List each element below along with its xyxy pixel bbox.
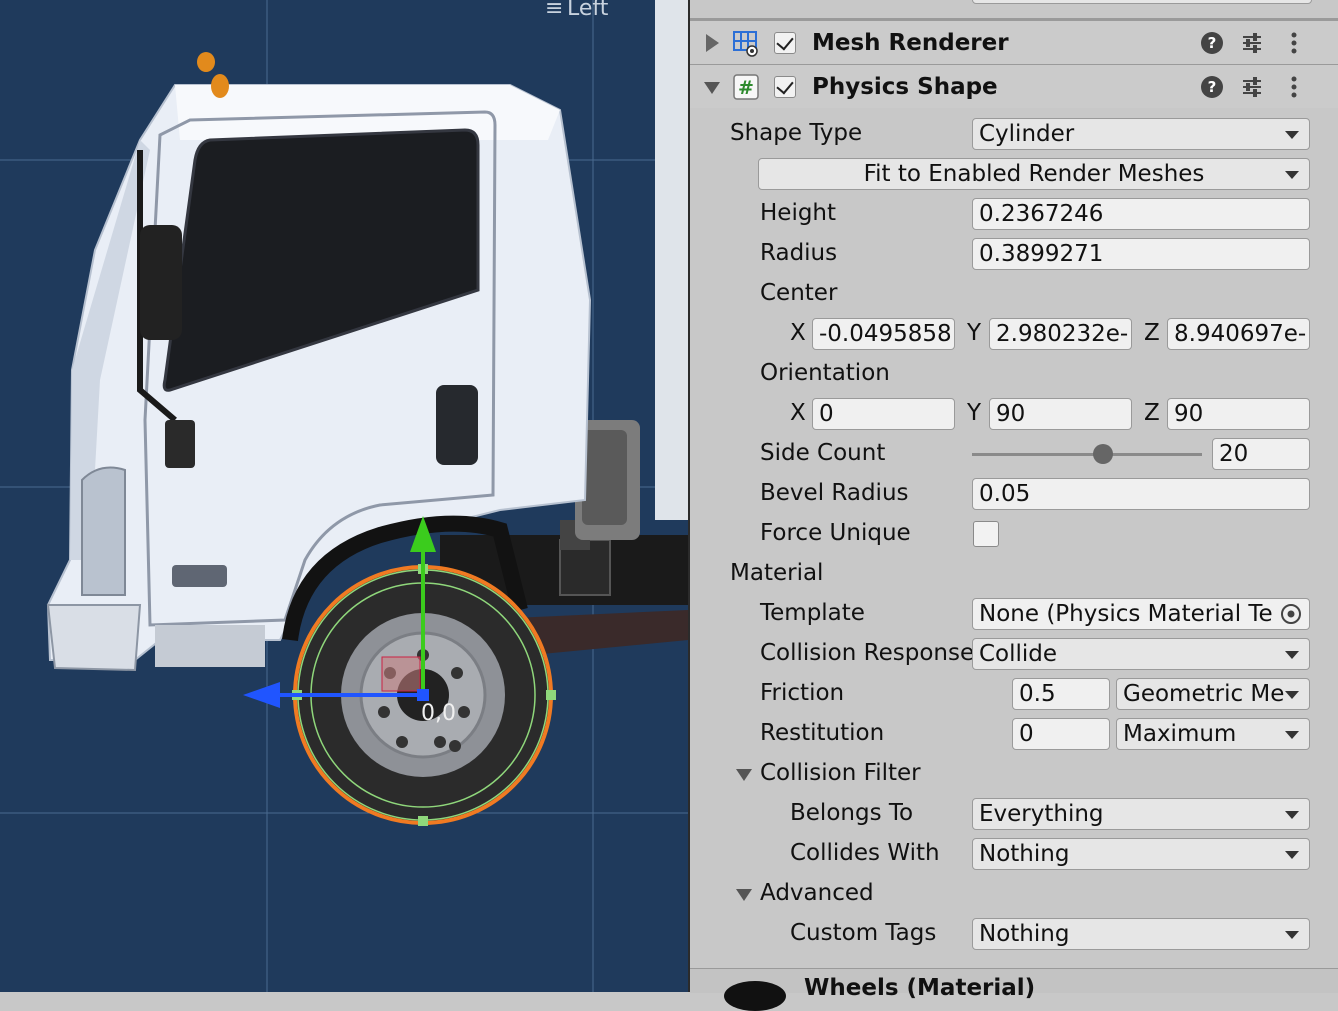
- collision-filter-label[interactable]: Collision Filter: [760, 760, 921, 786]
- force-unique-checkbox[interactable]: [973, 521, 999, 547]
- menu-icon[interactable]: [1282, 75, 1306, 99]
- restitution-field[interactable]: 0: [1012, 718, 1110, 750]
- collision-response-label: Collision Response: [760, 640, 975, 666]
- orientation-z-label[interactable]: Z: [1144, 400, 1160, 426]
- center-z-label[interactable]: Z: [1144, 320, 1160, 346]
- force-unique-label: Force Unique: [760, 520, 911, 546]
- radius-field[interactable]: 0.3899271: [972, 238, 1310, 270]
- material-preview-icon: [724, 981, 786, 1011]
- side-count-slider-thumb[interactable]: [1093, 444, 1114, 464]
- physics-shape-enabled-checkbox[interactable]: [774, 76, 796, 98]
- chevron-down-icon: [1285, 691, 1299, 699]
- orientation-x-field[interactable]: 0: [812, 398, 955, 430]
- friction-label: Friction: [760, 680, 845, 706]
- expand-arrow-icon[interactable]: [706, 34, 719, 52]
- restitution-label: Restitution: [760, 720, 885, 746]
- collision-response-dropdown[interactable]: Collide: [972, 638, 1310, 670]
- physics-shape-title: Physics Shape: [812, 74, 998, 100]
- collides-with-label: Collides With: [790, 840, 940, 866]
- chevron-down-icon: [1285, 931, 1299, 939]
- hamburger-icon: ≡: [545, 0, 564, 21]
- chevron-down-icon: [1285, 731, 1299, 739]
- bevel-radius-field[interactable]: 0.05: [972, 478, 1310, 510]
- center-z-field[interactable]: 8.940697e-: [1167, 318, 1310, 350]
- fit-to-render-meshes-button[interactable]: Fit to Enabled Render Meshes: [758, 158, 1310, 190]
- collides-with-dropdown[interactable]: Nothing: [972, 838, 1310, 870]
- chevron-down-icon: [1285, 131, 1299, 139]
- material-section-label: Material: [730, 560, 824, 586]
- chevron-down-icon: [1285, 811, 1299, 819]
- object-picker-icon[interactable]: [1280, 603, 1302, 625]
- preset-icon[interactable]: [1240, 75, 1264, 99]
- height-label: Height: [760, 200, 837, 226]
- help-icon[interactable]: ?: [1200, 31, 1224, 55]
- preset-icon[interactable]: [1240, 31, 1264, 55]
- belongs-to-dropdown[interactable]: Everything: [972, 798, 1310, 830]
- help-icon[interactable]: ?: [1200, 75, 1224, 99]
- orientation-y-field[interactable]: 90: [989, 398, 1132, 430]
- side-count-label: Side Count: [760, 440, 886, 466]
- shape-type-label: Shape Type: [730, 120, 863, 146]
- menu-icon[interactable]: [1282, 31, 1306, 55]
- template-label: Template: [760, 600, 865, 626]
- custom-tags-dropdown[interactable]: Nothing: [972, 918, 1310, 950]
- svg-text:?: ?: [1208, 78, 1217, 96]
- restitution-combine-dropdown[interactable]: Maximum: [1116, 718, 1310, 750]
- side-count-slider-track[interactable]: [972, 453, 1202, 456]
- custom-tags-label: Custom Tags: [790, 920, 937, 946]
- collapse-arrow-icon[interactable]: [704, 82, 720, 94]
- svg-text:?: ?: [1208, 34, 1217, 52]
- svg-text:#: #: [738, 77, 754, 99]
- view-orientation-label[interactable]: ≡ Left: [545, 0, 608, 21]
- center-x-label[interactable]: X: [790, 320, 806, 346]
- center-y-label[interactable]: Y: [967, 320, 981, 346]
- radius-label: Radius: [760, 240, 838, 266]
- friction-combine-dropdown[interactable]: Geometric Me: [1116, 678, 1310, 710]
- mesh-renderer-icon: [733, 31, 758, 57]
- inspector-panel: Mesh Renderer ? # Physics Shape ? Shape …: [688, 0, 1338, 1011]
- advanced-foldout-icon[interactable]: [736, 889, 752, 901]
- physics-shape-header[interactable]: # Physics Shape ?: [690, 64, 1338, 108]
- chevron-down-icon: [1285, 651, 1299, 659]
- wheels-material-header[interactable]: Wheels (Material): [690, 968, 1338, 1011]
- shape-type-dropdown[interactable]: Cylinder: [972, 118, 1310, 150]
- truck-cab: [46, 52, 592, 672]
- truck-box: [655, 0, 688, 520]
- mesh-renderer-enabled-checkbox[interactable]: [774, 32, 796, 54]
- mesh-renderer-header[interactable]: Mesh Renderer ?: [690, 20, 1338, 64]
- orientation-y-label[interactable]: Y: [967, 400, 981, 426]
- script-icon: #: [733, 74, 759, 100]
- scene-canvas[interactable]: [0, 0, 688, 992]
- orientation-label: Orientation: [760, 360, 890, 386]
- center-y-field[interactable]: 2.980232e-: [989, 318, 1132, 350]
- orientation-x-label[interactable]: X: [790, 400, 806, 426]
- chevron-down-icon: [1285, 851, 1299, 859]
- center-x-field[interactable]: -0.0495858: [812, 318, 955, 350]
- scene-view[interactable]: ≡ Left 0,0: [0, 0, 688, 992]
- mesh-renderer-title: Mesh Renderer: [812, 30, 1009, 56]
- orientation-z-field[interactable]: 90: [1167, 398, 1310, 430]
- chevron-down-icon: [1285, 171, 1299, 179]
- collision-filter-foldout-icon[interactable]: [736, 769, 752, 781]
- wheels-material-title: Wheels (Material): [804, 975, 1036, 1001]
- friction-field[interactable]: 0.5: [1012, 678, 1110, 710]
- gizmo-coordinate-label: 0,0: [421, 701, 456, 726]
- height-field[interactable]: 0.2367246: [972, 198, 1310, 230]
- bevel-radius-label: Bevel Radius: [760, 480, 909, 506]
- previous-field[interactable]: [972, 0, 1312, 4]
- advanced-label[interactable]: Advanced: [760, 880, 874, 906]
- side-count-field[interactable]: 20: [1212, 438, 1310, 470]
- center-label: Center: [760, 280, 838, 306]
- belongs-to-label: Belongs To: [790, 800, 914, 826]
- template-object-field[interactable]: None (Physics Material Te: [972, 598, 1310, 630]
